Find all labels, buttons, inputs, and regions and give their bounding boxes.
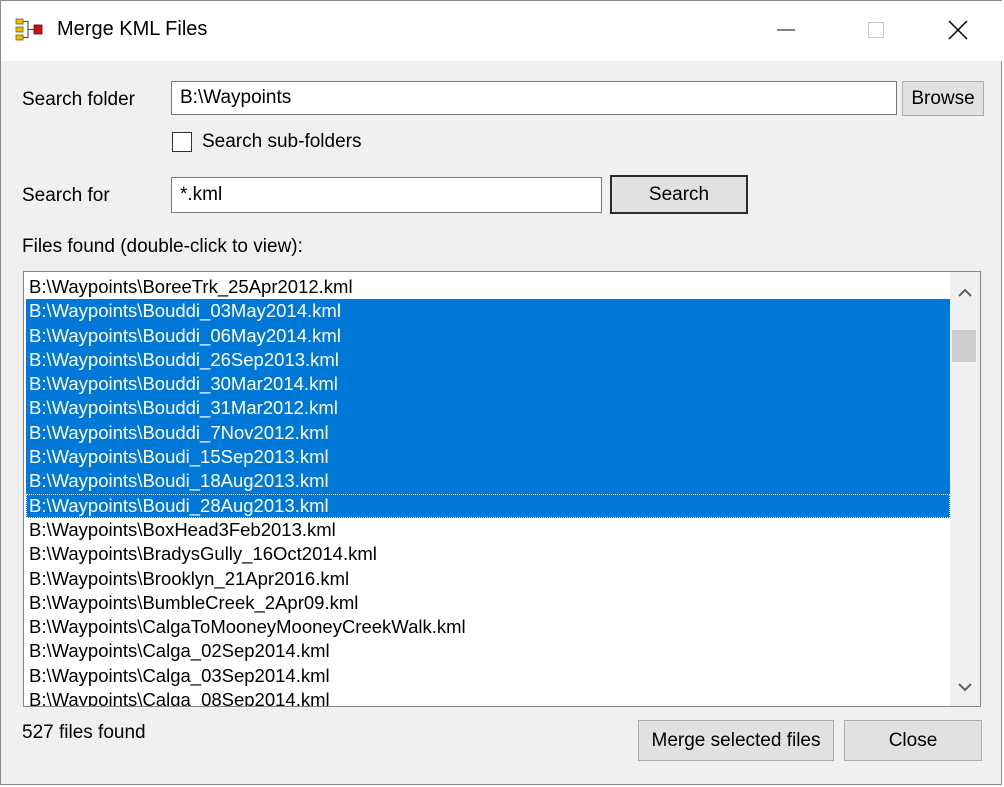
maximize-button[interactable] <box>831 1 921 59</box>
minimize-button[interactable] <box>741 1 831 59</box>
list-item[interactable]: B:\Waypoints\Calga_08Sep2014.kml <box>26 688 950 706</box>
chevron-up-icon <box>958 288 972 297</box>
list-item[interactable]: B:\Waypoints\Brooklyn_21Apr2016.kml <box>26 567 950 591</box>
scroll-thumb[interactable] <box>952 330 976 362</box>
list-item[interactable]: B:\Waypoints\CalgaToMooneyMooneyCreekWal… <box>26 615 950 639</box>
list-item[interactable]: B:\Waypoints\BradysGully_16Oct2014.kml <box>26 542 950 566</box>
scroll-down-button[interactable] <box>950 674 980 700</box>
list-item[interactable]: B:\Waypoints\BoxHead3Feb2013.kml <box>26 518 950 542</box>
files-list-scrollbar[interactable] <box>950 272 980 706</box>
scroll-up-button[interactable] <box>950 280 980 306</box>
maximize-icon <box>868 22 884 38</box>
search-for-input[interactable] <box>171 177 602 213</box>
list-item[interactable]: B:\Waypoints\BumbleCreek_2Apr09.kml <box>26 591 950 615</box>
list-item[interactable]: B:\Waypoints\Bouddi_26Sep2013.kml <box>26 347 950 373</box>
list-item[interactable]: B:\Waypoints\Boudi_18Aug2013.kml <box>26 469 950 494</box>
chevron-down-icon <box>958 683 972 692</box>
list-item[interactable]: B:\Waypoints\Bouddi_03May2014.kml <box>26 299 950 324</box>
merge-kml-app-icon <box>15 17 43 43</box>
search-folder-label: Search folder <box>22 89 136 110</box>
search-for-label: Search for <box>22 185 110 206</box>
search-button[interactable]: Search <box>610 175 748 214</box>
search-subfolders-label[interactable]: Search sub-folders <box>202 131 361 153</box>
browse-button[interactable]: Browse <box>902 81 984 116</box>
list-item[interactable]: B:\Waypoints\Bouddi_7Nov2012.kml <box>26 420 950 446</box>
list-item[interactable]: B:\Waypoints\Bouddi_30Mar2014.kml <box>26 372 950 397</box>
close-window-button[interactable] <box>913 1 1003 59</box>
list-item[interactable]: B:\Waypoints\BoreeTrk_25Apr2012.kml <box>26 275 950 299</box>
list-item[interactable]: B:\Waypoints\Bouddi_31Mar2012.kml <box>26 396 950 421</box>
list-item[interactable]: B:\Waypoints\Boudi_15Sep2013.kml <box>26 445 950 470</box>
title-bar[interactable]: Merge KML Files <box>1 1 1003 61</box>
search-subfolders-checkbox[interactable] <box>172 132 192 152</box>
minimize-icon <box>777 29 795 31</box>
files-list-rows: B:\Waypoints\BoreeTrk_25Apr2012.kml B:\Wa… <box>26 275 950 706</box>
merge-selected-button[interactable]: Merge selected files <box>638 720 834 761</box>
list-item[interactable]: B:\Waypoints\Boudi_28Aug2013.kml <box>26 493 950 518</box>
list-item[interactable]: B:\Waypoints\Calga_02Sep2014.kml <box>26 639 950 663</box>
list-item[interactable]: B:\Waypoints\Calga_03Sep2014.kml <box>26 664 950 688</box>
list-item[interactable]: B:\Waypoints\Bouddi_06May2014.kml <box>26 323 950 348</box>
search-folder-input[interactable] <box>171 81 897 115</box>
files-list[interactable]: B:\Waypoints\BoreeTrk_25Apr2012.kml B:\Wa… <box>23 271 981 707</box>
files-count-status: 527 files found <box>22 722 146 743</box>
close-icon <box>948 20 968 40</box>
window-title: Merge KML Files <box>57 18 208 40</box>
files-found-label: Files found (double-click to view): <box>22 236 303 257</box>
merge-kml-window: Merge KML Files Search folder Browse Sea… <box>0 0 1003 785</box>
close-button[interactable]: Close <box>844 720 982 761</box>
